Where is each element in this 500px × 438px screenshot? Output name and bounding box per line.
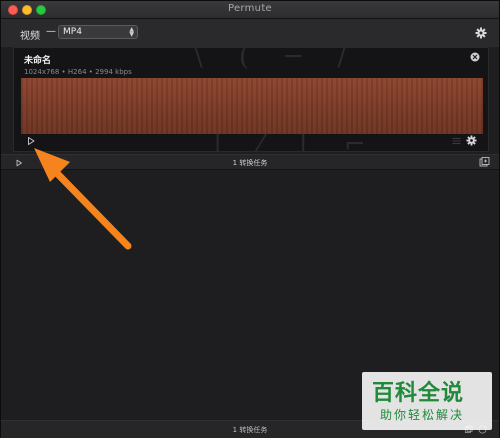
add-files-icon[interactable] [479, 157, 490, 167]
watermark-title: 百科全说 [372, 381, 465, 406]
close-circle-icon[interactable] [470, 52, 480, 62]
play-icon[interactable] [26, 136, 36, 146]
video-thumbnail [21, 78, 483, 134]
status-bar: 1 转换任务 [1, 154, 499, 170]
toolbar: 视频 — MP4 ▲ ▼ [1, 19, 499, 47]
watermark-subtitle: 助你轻松解决 [380, 408, 465, 422]
gear-icon[interactable] [475, 27, 487, 39]
select-arrows-icon: ▲ ▼ [129, 26, 134, 38]
list-icon[interactable] [452, 137, 461, 145]
background-glyphs: \ ( ─ / [194, 47, 361, 72]
window-title: Permute [227, 3, 272, 14]
preset-type-label: 视频 [20, 31, 40, 42]
conversion-item[interactable]: \ ( ─ / ‾ | ⁄ | ⌐ 未命名 1024x768 • H264 • … [13, 47, 489, 152]
queue-count: 1 转换任务 [232, 159, 268, 167]
title-bar: Permute [1, 1, 499, 19]
item-title: 未命名 [24, 56, 52, 66]
gear-icon[interactable] [466, 135, 477, 146]
preset-separator: — [46, 26, 56, 37]
item-metadata: 1024x768 • H264 • 2994 kbps [24, 68, 132, 76]
format-select-value: MP4 [63, 27, 82, 37]
watermark: 百科全说 助你轻松解决 [362, 372, 492, 430]
format-select[interactable]: MP4 ▲ ▼ [58, 25, 138, 39]
